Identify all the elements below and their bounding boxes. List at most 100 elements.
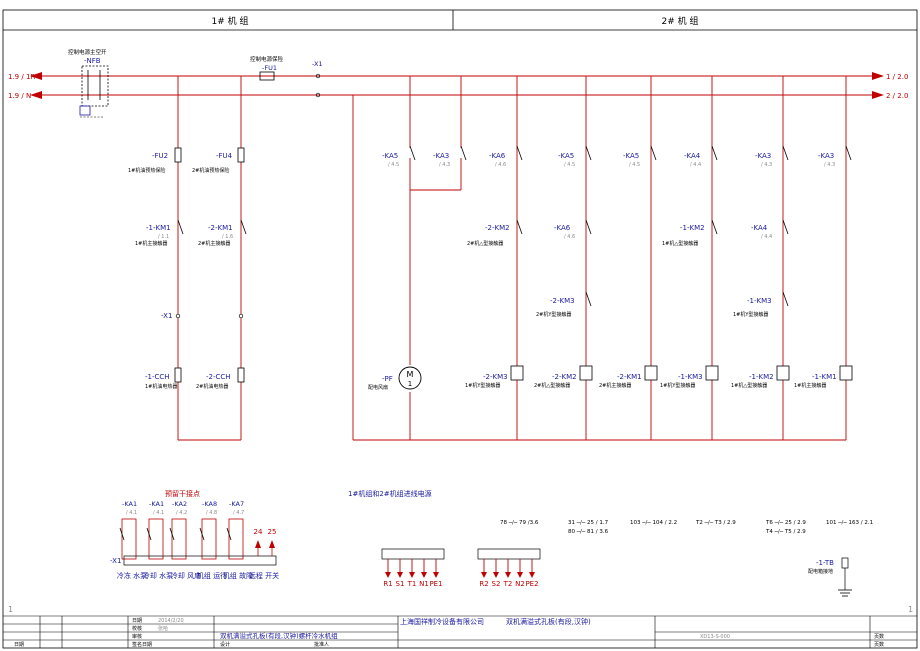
fu2-tag: -FU2 [152, 152, 168, 160]
phase-left-label: 1.9 / 1R [8, 73, 35, 81]
coil-tag: -2-KM3 [483, 373, 508, 381]
top-contact-tag: -KA6 [489, 152, 506, 160]
top-contact [516, 145, 523, 161]
reserve-label-6: 远程 开关 [249, 571, 279, 580]
coil-box [705, 365, 719, 381]
top-contact [711, 145, 718, 161]
coil-box [839, 365, 853, 381]
reserve-loop [121, 518, 137, 560]
breaker-handle [79, 105, 91, 116]
reserve-relay-tag: -KA2 [172, 500, 187, 508]
reserve-loop [171, 518, 187, 560]
xref-8: 101 ─∕─ 163 / 2.1 [826, 519, 873, 526]
km1-tag-2: -2-KM1 [208, 224, 233, 232]
tb-check: 校核 [132, 625, 142, 632]
supply-label: S2 [492, 580, 501, 588]
top-contact-ref: / 4.3 [439, 162, 450, 168]
power-buses [42, 75, 872, 96]
reserve-loop [148, 518, 164, 560]
tb-date-label: 日期 [132, 618, 142, 624]
tb-page: 页数 [874, 641, 884, 648]
breaker-nfb [79, 65, 109, 118]
reserve-terminal: -X1 [110, 557, 121, 565]
mid-contact [711, 219, 718, 235]
fan-tag: -PF [382, 375, 393, 383]
reserve-relay-3: -KA2 / 4.2 [169, 500, 187, 560]
xref-2: 31 ─∕─ 25 / 1.7 [568, 519, 609, 526]
low-contact-tag: -2-KM3 [550, 297, 575, 305]
x1-terminal-192 [175, 313, 181, 319]
reserve-relay-ref: / 4.8 [206, 510, 217, 516]
reserve-input-1: 24 [254, 528, 263, 536]
earth-caption: 配电箱接地 [808, 568, 833, 575]
supply-arrow [529, 572, 535, 578]
fu4-tag: -FU4 [216, 152, 233, 160]
reserve-loop [228, 518, 244, 560]
tb-audit: 审核 [132, 633, 142, 640]
supply-arrow [421, 572, 427, 578]
fuse-fu2 [174, 147, 182, 163]
supply-arrow [505, 572, 511, 578]
x1-terminal-104 [238, 313, 244, 319]
neutral-left-label: 1.9 / N [8, 92, 31, 100]
control-column-6: -KA4 / 4.4 -1-KM2 1#机△型接触器 -1-KM31#机Y型接触器 [660, 76, 719, 440]
coil-tag: -1-KM3 [678, 373, 703, 381]
coil-note: 1#机主接触器 [794, 382, 826, 389]
tb-drawing: 双机满溢式孔板(有段,汉钟) [506, 617, 591, 626]
wiring-diagram: 1# 机 组 2# 机 组 1 1 1.9 / 1R 1.9 / N 1 / 2… [2, 9, 918, 649]
fan-caption: 配电风扇 [368, 384, 388, 391]
top-contact-ref: / 4.3 [824, 162, 835, 168]
coil-tag: -2-KM1 [617, 373, 642, 381]
supply-label: N2 [515, 580, 525, 588]
tb-company: 上海国祥制冷设备有限公司 [400, 617, 484, 626]
tb-sheets: 页数 [874, 633, 884, 640]
neutral-out-arrow [872, 91, 884, 99]
supply-label: N1 [419, 580, 429, 588]
cch-note-1: 1#机油电热器 [145, 383, 177, 390]
top-contact-tag: -KA3 [755, 152, 771, 160]
margin-mark-left: 1 [8, 605, 13, 614]
top-contact-tag: -KA5 [382, 152, 398, 160]
tb-project: 双机满溢式孔板(有段,汉钟)螺杆冷水机组 [220, 631, 338, 640]
breaker-body [81, 65, 109, 107]
reserve-relay-ref: / 4.1 [126, 510, 137, 516]
reserve-label-2: 冷却 水泵 [143, 571, 173, 580]
heater-2 [237, 367, 245, 383]
top-contact-ref: / 4.6 [495, 162, 506, 168]
breaker-tag: -NFB [84, 57, 101, 65]
coil-box [644, 365, 658, 381]
xref-1: 78 ─∕─ 79 /3.6 [500, 519, 539, 526]
breaker-caption: 控制电源主空开 [68, 48, 107, 56]
reserve-relay-4: -KA8 / 4.8 [199, 500, 217, 560]
top-contact-tag: -KA5 [623, 152, 639, 160]
supply-label: PE2 [525, 580, 538, 588]
tb-left-date: 日期 [14, 642, 24, 648]
supply-label: T2 [503, 580, 513, 588]
top-contact-ref: / 4.5 [629, 162, 640, 168]
x1-tag-left: -X1 [161, 312, 172, 320]
coil-note: 1#机△型接触器 [731, 382, 767, 389]
mid-contact-tag: -1-KM2 [680, 224, 705, 232]
km1-note-1: 1#机主接触器 [135, 240, 167, 247]
coil-tag: -2-KM2 [552, 373, 577, 381]
reserve-terminal-strip [123, 555, 277, 566]
xref-5: T2 ─∕─ T3 / 2.9 [695, 519, 736, 526]
fan-symbol: M [407, 370, 414, 379]
supply-arrow [493, 572, 499, 578]
mid-contact-tag: -KA4 [751, 224, 768, 232]
supply-label: R2 [479, 580, 488, 588]
coil-note: 2#机主接触器 [599, 382, 631, 389]
mid-contact-note: 1#机△型接触器 [662, 240, 698, 247]
phase-right-label: 1 / 2.0 [886, 73, 908, 81]
reserve-relay-ref: / 4.1 [153, 510, 164, 516]
low-contact [585, 291, 592, 307]
top-contact [409, 145, 416, 161]
supply-group1: R1 S1 T1 N1 PE1 [381, 548, 445, 588]
reserve-loop [201, 518, 217, 560]
neutral-right-label: 2 / 2.0 [886, 92, 908, 100]
mid-contact-tag: -2-KM2 [485, 224, 510, 232]
coil-tag: -1-KM1 [812, 373, 837, 381]
earth-block [841, 557, 849, 569]
mid-contact-note: 2#机△型接触器 [467, 240, 503, 247]
low-contact-note: 2#机Y型接触器 [536, 311, 571, 318]
